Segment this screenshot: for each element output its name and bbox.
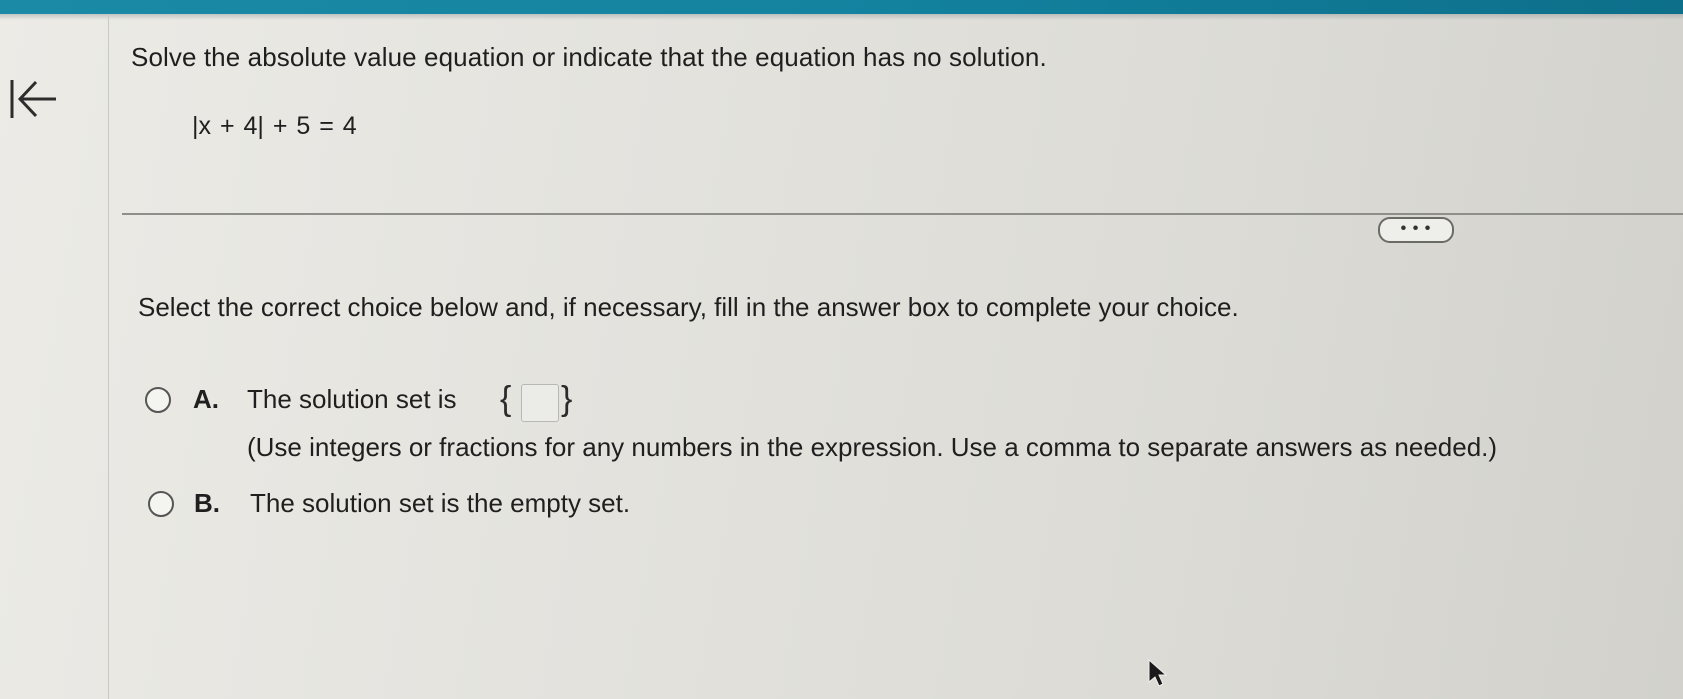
- right-brace: }: [561, 380, 573, 418]
- left-navigation-panel: [0, 14, 109, 699]
- top-banner: [0, 0, 1683, 14]
- choice-a-text: The solution set is: [247, 384, 457, 414]
- choice-b-letter: B.: [194, 488, 220, 518]
- instruction-text: Select the correct choice below and, if …: [138, 292, 1239, 322]
- choice-a-radio[interactable]: [145, 387, 171, 413]
- answer-input-box[interactable]: [521, 384, 559, 422]
- mouse-pointer-icon: [1147, 658, 1169, 693]
- choice-b-radio[interactable]: [148, 491, 174, 517]
- choice-a-letter: A.: [193, 384, 219, 414]
- section-divider: [122, 213, 1683, 215]
- more-options-button[interactable]: • • •: [1378, 217, 1454, 243]
- question-text: Solve the absolute value equation or ind…: [131, 42, 1047, 72]
- arrow-left-to-bar-icon: [10, 80, 56, 118]
- left-brace: {: [500, 380, 512, 418]
- back-button[interactable]: [6, 68, 66, 128]
- top-banner-shadow: [0, 14, 1683, 20]
- equation: |x + 4| + 5 = 4: [192, 112, 357, 140]
- choice-a-hint: (Use integers or fractions for any numbe…: [247, 432, 1498, 462]
- choice-b-text: The solution set is the empty set.: [250, 488, 631, 518]
